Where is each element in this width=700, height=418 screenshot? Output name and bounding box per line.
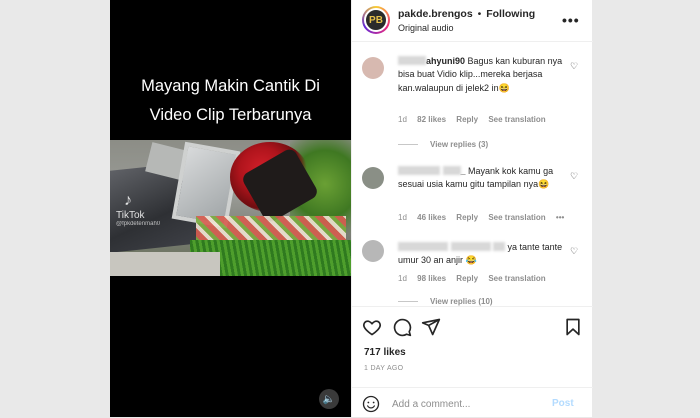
add-comment-input[interactable]: [392, 395, 542, 413]
comment-likes[interactable]: 82 likes: [417, 115, 446, 124]
comment-meta: 1d 82 likes Reply See translation: [398, 115, 554, 124]
following-button[interactable]: Following: [486, 8, 535, 20]
stone-slab: [110, 252, 220, 276]
reply-button[interactable]: Reply: [456, 115, 478, 124]
like-heart-icon[interactable]: [362, 317, 382, 337]
view-replies-button[interactable]: View replies (3): [398, 140, 488, 149]
author-username[interactable]: pakde.brengos: [398, 8, 473, 20]
tiktok-label: TikTok: [116, 210, 145, 221]
comment-likes[interactable]: 46 likes: [417, 213, 446, 222]
view-replies-label: View replies (10): [430, 297, 493, 306]
comment-meta: 1d 98 likes Reply See translation: [398, 274, 554, 283]
blurred-username: [493, 242, 506, 251]
video-caption: Mayang Makin Cantik Di Video Clip Terbar…: [110, 72, 351, 130]
video-caption-line-2: Video Clip Terbarunya: [149, 106, 312, 124]
speaker-icon: 🔈: [322, 393, 336, 405]
commenter-avatar[interactable]: [362, 57, 384, 79]
like-comment-heart-icon[interactable]: ♡: [570, 61, 578, 72]
reply-button[interactable]: Reply: [456, 274, 478, 283]
instagram-post-modal: Mayang Makin Cantik Di Video Clip Terbar…: [110, 0, 593, 417]
reel-video[interactable]: Mayang Makin Cantik Di Video Clip Terbar…: [110, 0, 351, 417]
comments-list: ahyuni90 Bagus kan kuburan nya bisa buat…: [352, 43, 593, 306]
blurred-username: [398, 242, 448, 251]
author-line: pakde.brengos • Following: [398, 8, 535, 20]
share-paper-plane-icon[interactable]: [421, 317, 441, 337]
more-options-button[interactable]: •••: [562, 12, 580, 28]
tiktok-icon: ♪: [124, 192, 132, 209]
commenter-avatar[interactable]: [362, 167, 384, 189]
see-translation-button[interactable]: See translation: [488, 213, 545, 222]
divider-line: [398, 301, 418, 303]
comment-time: 1d: [398, 274, 407, 283]
video-frame-image: ♪ TikTok @fpkdetenmah0: [110, 140, 351, 276]
comment-time: 1d: [398, 213, 407, 222]
tiktok-username: @fpkdetenmah0: [116, 221, 161, 227]
likes-count[interactable]: 717 likes: [364, 347, 406, 358]
bookmark-icon[interactable]: [563, 317, 583, 337]
avatar-image: PB: [364, 8, 388, 32]
post-date: 1 DAY AGO: [364, 365, 404, 372]
comment-username[interactable]: _: [461, 166, 466, 176]
post-sidebar: PB pakde.brengos • Following Original au…: [351, 0, 593, 417]
comment-composer: Post: [352, 387, 593, 418]
post-header: PB pakde.brengos • Following Original au…: [352, 0, 593, 42]
reply-button[interactable]: Reply: [456, 213, 478, 222]
blurred-username: [398, 166, 440, 175]
tiktok-watermark: ♪ TikTok @fpkdetenmah0: [116, 192, 160, 227]
see-translation-button[interactable]: See translation: [488, 274, 545, 283]
post-actions: 717 likes 1 DAY AGO Post: [352, 306, 593, 417]
video-caption-line-1: Mayang Makin Cantik Di: [141, 77, 320, 95]
divider-line: [398, 144, 418, 146]
comment-likes[interactable]: 98 likes: [417, 274, 446, 283]
blurred-username: [398, 56, 426, 65]
comment-meta: 1d 46 likes Reply See translation •••: [398, 213, 572, 222]
comment-bubble-icon[interactable]: [392, 317, 412, 337]
comment-text-block: ahyuni90 Bagus kan kuburan nya bisa buat…: [398, 55, 566, 95]
view-replies-label: View replies (3): [430, 140, 489, 149]
like-comment-heart-icon[interactable]: ♡: [570, 246, 578, 257]
post-comment-button[interactable]: Post: [552, 398, 574, 409]
comment-options-button[interactable]: •••: [556, 213, 564, 222]
comment-text-block: _ Mayank kok kamu ga sesuai usia kamu gi…: [398, 165, 566, 192]
comment-username[interactable]: ahyuni90: [426, 56, 465, 66]
separator-dot: •: [477, 8, 482, 20]
comment-time: 1d: [398, 115, 407, 124]
audio-link[interactable]: Original audio: [398, 23, 454, 33]
view-replies-button[interactable]: View replies (10): [398, 297, 493, 306]
comment-text-block: ya tante tante umur 30 an anjir 😂: [398, 241, 566, 268]
emoji-icon[interactable]: [362, 395, 380, 413]
like-comment-heart-icon[interactable]: ♡: [570, 171, 578, 182]
author-avatar[interactable]: PB: [362, 6, 390, 34]
audio-toggle-button[interactable]: 🔈: [319, 389, 339, 409]
blurred-username: [442, 166, 461, 175]
commenter-avatar[interactable]: [362, 240, 384, 262]
see-translation-button[interactable]: See translation: [488, 115, 545, 124]
blurred-username: [450, 242, 491, 251]
